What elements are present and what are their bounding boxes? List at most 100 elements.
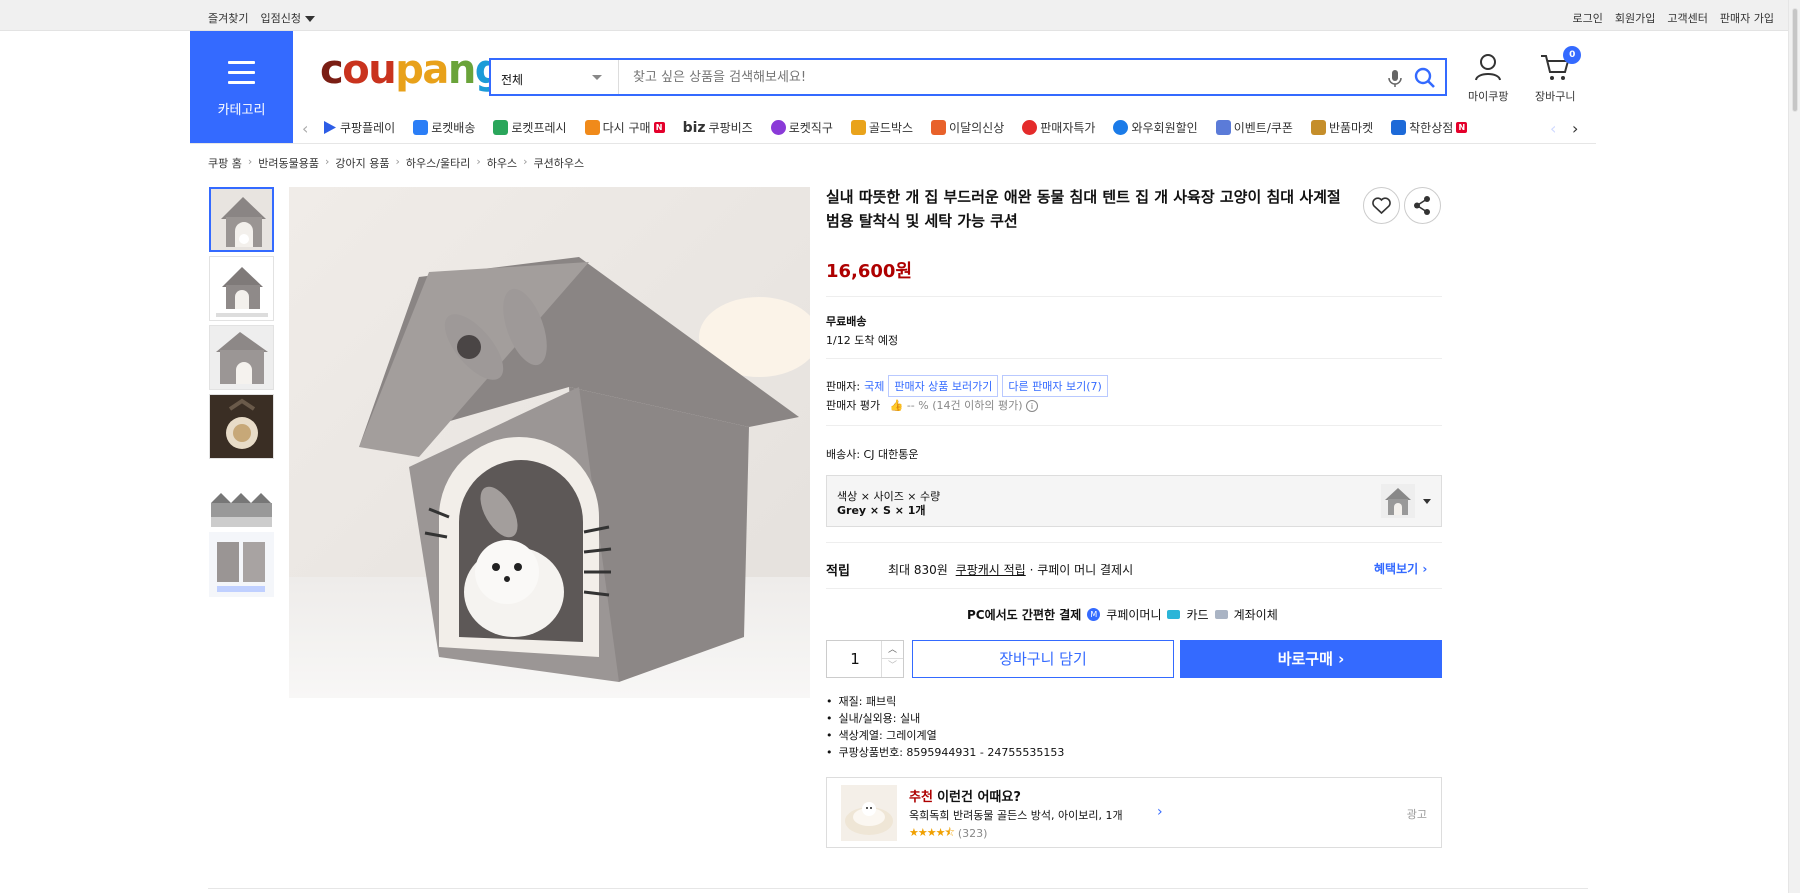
option-value: Grey × S × 1개 <box>837 504 926 517</box>
reward-row: 최대 830원 쿠팡캐시 적립 · 쿠페이 머니 결제시 <box>888 561 1133 578</box>
wishlist-button[interactable] <box>1363 187 1400 224</box>
search-category-select[interactable]: 전체 <box>491 60 619 94</box>
play-icon <box>324 121 336 134</box>
header-divider <box>190 143 1596 144</box>
carrier-info: 배송사: CJ 대한통운 <box>826 448 919 461</box>
bottom-divider <box>208 888 1588 889</box>
option-select[interactable]: 색상 × 사이즈 × 수량 Grey × S × 1개 <box>826 475 1442 527</box>
seller-signup-link[interactable]: 판매자 가입 <box>1720 10 1774 26</box>
divider <box>826 425 1442 426</box>
percent-icon <box>1022 120 1038 135</box>
breadcrumb-item[interactable]: 쿠팡 홈 <box>208 155 242 171</box>
scrollbar-thumb[interactable] <box>1792 8 1798 112</box>
customer-center-link[interactable]: 고객센터 <box>1667 10 1707 26</box>
breadcrumb-item[interactable]: 하우스 <box>487 155 517 171</box>
nav-item-label: 이벤트/쿠폰 <box>1233 121 1293 135</box>
biz-logo: biz <box>682 119 706 136</box>
buy-now-button[interactable]: 바로구매 › <box>1180 640 1442 678</box>
breadcrumb-item[interactable]: 쿠션하우스 <box>534 155 585 171</box>
breadcrumb-item[interactable]: 강아지 용품 <box>335 155 389 171</box>
share-button[interactable] <box>1404 187 1441 224</box>
other-sellers-button[interactable]: 다른 판매자 보기(7) <box>1002 375 1108 397</box>
ad-label: 광고 <box>1406 808 1427 821</box>
seller-rating-row: 판매자 평가 👍 -- % (14건 이하의 평가) i <box>826 397 1038 413</box>
recommend-title: 추천 이런건 어때요? <box>909 786 1021 805</box>
quantity-spinner: ︿ ﹀ <box>881 641 903 677</box>
bookmark-link[interactable]: 즐겨찾기 <box>208 10 248 26</box>
cart-label: 장바구니 <box>1535 90 1576 103</box>
nav-item-wow-discount[interactable]: 와우회원할인 <box>1113 119 1198 136</box>
nav-item-rebuy[interactable]: 다시 구매 N <box>584 119 665 136</box>
thumbnail-3[interactable] <box>209 325 274 390</box>
wow-icon <box>1113 120 1129 135</box>
thumbnail-list <box>209 187 274 601</box>
breadcrumb-item[interactable]: 하우스/울타리 <box>406 155 470 171</box>
product-main-image[interactable] <box>289 187 810 698</box>
chevron-down-icon <box>304 16 315 22</box>
nav-item-seller-deals[interactable]: 판매자특가 <box>1022 119 1095 136</box>
coupang-cash-link[interactable]: 쿠팡캐시 적립 <box>956 563 1026 577</box>
nav-item-coupang-biz[interactable]: biz 쿠팡비즈 <box>683 119 753 136</box>
recommend-item-name: 옥희독희 반려동물 골든스 방석, 아이보리, 1개 <box>909 809 1123 822</box>
search-icon[interactable] <box>1413 66 1437 90</box>
seller-apply-link[interactable]: 입점신청 <box>260 10 315 26</box>
nav-prev-arrow-icon[interactable]: ‹ <box>302 119 308 138</box>
heart-icon <box>1372 197 1391 215</box>
recommendation-card[interactable]: 추천 이런건 어때요? 옥희독희 반려동물 골든스 방석, 아이보리, 1개 ›… <box>826 777 1442 848</box>
shipping-label: 무료배송 <box>826 315 867 328</box>
seller-goods-button[interactable]: 판매자 상품 보러가기 <box>888 375 999 397</box>
nav-item-label: 와우회원할인 <box>1131 121 1198 135</box>
nav-item-coupangplay[interactable]: 쿠팡플레이 <box>322 119 395 136</box>
spec-item: 쿠팡상품번호: 8595944931 - 24755535153 <box>826 744 1065 761</box>
nav-item-return-market[interactable]: 반품마켓 <box>1310 119 1373 136</box>
chevron-right-icon[interactable]: › <box>1157 804 1163 820</box>
seller-rating-label: 판매자 평가 <box>826 399 881 412</box>
quantity-input[interactable]: 1 <box>827 641 883 677</box>
microphone-icon[interactable] <box>1385 67 1405 89</box>
nav-item-label: 로켓프레시 <box>511 121 567 135</box>
mypage-button[interactable]: 마이쿠팡 <box>1468 52 1508 104</box>
search-input[interactable] <box>631 60 1251 94</box>
nav-item-label: 판매자특가 <box>1040 121 1096 135</box>
thumbnail-5[interactable] <box>209 463 274 528</box>
breadcrumb-item[interactable]: 반려동물용품 <box>258 155 319 171</box>
nav-item-new-arrivals[interactable]: 이달의신상 <box>931 119 1004 136</box>
nav-item-rocket-fresh[interactable]: 로켓프레시 <box>493 119 567 136</box>
nav-item-events[interactable]: 이벤트/쿠폰 <box>1215 119 1293 136</box>
quantity-down-icon[interactable]: ﹀ <box>882 659 903 677</box>
quantity-up-icon[interactable]: ︿ <box>882 641 903 659</box>
thumbnail-4[interactable] <box>209 394 274 459</box>
chevron-right-icon: › <box>1422 562 1428 576</box>
thumbnail-2[interactable] <box>209 256 274 321</box>
reward-amount: 최대 830원 <box>888 563 948 577</box>
review-count: (323) <box>957 827 988 840</box>
recommended-product-image <box>841 785 897 841</box>
nav-item-rocket-delivery[interactable]: 로켓배송 <box>413 119 475 136</box>
nav-item-good-store[interactable]: 착한상점 N <box>1391 119 1468 136</box>
reward-label: 적립 <box>826 564 850 579</box>
page-scrollbar[interactable] <box>1788 0 1800 893</box>
seller-name-link[interactable]: 국제 <box>864 378 884 394</box>
coupang-logo[interactable]: coupang <box>320 50 503 90</box>
thumbnail-1[interactable] <box>209 187 274 252</box>
rocket-fresh-icon <box>493 120 509 135</box>
add-to-cart-button[interactable]: 장바구니 담기 <box>912 640 1174 678</box>
cart-button[interactable]: 0 장바구니 <box>1535 46 1582 104</box>
search-category-value: 전체 <box>501 73 524 87</box>
bank-icon <box>1214 610 1228 619</box>
benefit-link[interactable]: 혜택보기 › <box>1374 560 1427 577</box>
dog-house-image <box>289 187 810 698</box>
nav-item-goldbox[interactable]: 골드박스 <box>850 119 913 136</box>
product-title: 실내 따뜻한 개 집 부드러운 애완 동물 침대 텐트 집 개 사육장 고양이 … <box>826 188 1341 230</box>
globe-icon <box>770 120 786 135</box>
nav-item-rocket-direct[interactable]: 로켓직구 <box>770 119 833 136</box>
info-icon[interactable]: i <box>1026 400 1038 412</box>
service-nav: ‹ 쿠팡플레이 로켓배송 로켓프레시 다시 구매 N biz 쿠팡비즈 로켓직구 골… <box>300 114 1596 142</box>
share-icon <box>1414 196 1430 215</box>
signup-link[interactable]: 회원가입 <box>1615 10 1655 26</box>
category-menu-button[interactable]: 카테고리 <box>190 31 293 143</box>
login-link[interactable]: 로그인 <box>1573 10 1603 26</box>
thumbnail-6[interactable] <box>209 532 274 597</box>
reward-suffix: · 쿠페이 머니 결제시 <box>1029 563 1134 577</box>
nav-next-arrow-icon[interactable]: › <box>1572 119 1578 138</box>
